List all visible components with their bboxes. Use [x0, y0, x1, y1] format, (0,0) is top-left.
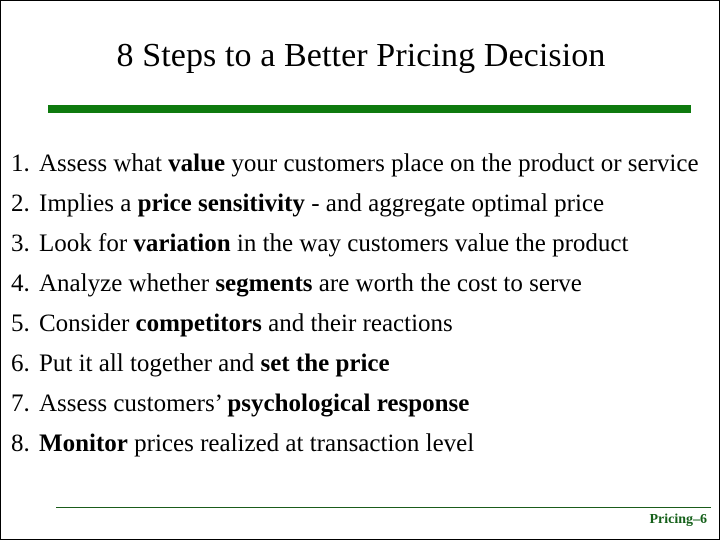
- list-item: 6. Put it all together and set the price: [11, 349, 711, 379]
- list-item-text: Consider competitors and their reactions: [39, 310, 453, 337]
- list-item: 5. Consider competitors and their reactio…: [11, 309, 711, 339]
- list-item-emphasis: competitors: [135, 310, 262, 337]
- list-item-text-before: Analyze whether: [39, 270, 216, 297]
- list-item-emphasis: set the price: [260, 350, 390, 377]
- list-item-text-before: Put it all together and: [39, 350, 261, 377]
- list-item-number: 5.: [11, 310, 30, 337]
- list-item-text-before: Consider: [39, 310, 136, 337]
- list-item-text-after: - and aggregate optimal price: [304, 190, 605, 217]
- page-title: 8 Steps to a Better Pricing Decision: [116, 37, 606, 74]
- list-item-text-after: and their reactions: [261, 310, 453, 337]
- list-item-text: Implies a price sensitivity - and aggreg…: [39, 190, 604, 217]
- presentation-slide: 8 Steps to a Better Pricing Decision 1. A…: [0, 0, 720, 540]
- list-item: 4. Analyze whether segments are worth the…: [11, 269, 711, 299]
- list-item-text: Analyze whether segments are worth the c…: [39, 270, 582, 297]
- list-item-text-before: Look for: [39, 230, 134, 257]
- list-item-text: Assess customers’ psychological response: [39, 390, 469, 417]
- list-item-number: 7.: [11, 390, 30, 417]
- list-item-text-after: are worth the cost to serve: [312, 270, 582, 297]
- list-item-emphasis: price sensitivity: [137, 190, 305, 217]
- list-item-text-after: in the way customers value the product: [230, 230, 629, 257]
- title-accent-bar: [48, 105, 691, 113]
- list-item: 8. Monitor prices realized at transaction…: [11, 429, 711, 459]
- list-item: 7. Assess customers’ psychological respon…: [11, 389, 711, 419]
- list-item-emphasis: Monitor: [39, 430, 128, 457]
- numbered-step-list: 1. Assess what value your customers place…: [11, 149, 711, 469]
- list-item-number: 6.: [11, 350, 30, 377]
- list-item-text: Monitor prices realized at transaction l…: [39, 430, 474, 457]
- list-item-emphasis: variation: [133, 230, 231, 257]
- list-item-text-before: Implies a: [39, 190, 138, 217]
- list-item-number: 8.: [11, 430, 30, 457]
- list-item-number: 1.: [11, 150, 30, 177]
- list-item-text-after: prices realized at transaction level: [127, 430, 475, 457]
- list-item-text-before: Assess what: [39, 150, 169, 177]
- footer-slide-label: Pricing–6: [649, 512, 707, 527]
- list-item: 1. Assess what value your customers place…: [11, 149, 711, 179]
- footer-divider: [56, 507, 711, 508]
- list-item-text-after: your customers place on the product or s…: [225, 150, 699, 177]
- list-item-number: 3.: [11, 230, 30, 257]
- list-item-emphasis: segments: [215, 270, 313, 297]
- list-item-text-before: Assess customers’: [39, 390, 228, 417]
- list-item-text: Look for variation in the way customers …: [39, 230, 628, 257]
- list-item-number: 4.: [11, 270, 30, 297]
- list-item: 2. Implies a price sensitivity - and aggr…: [11, 189, 711, 219]
- list-item-emphasis: value: [168, 150, 226, 177]
- list-item-text: Assess what value your customers place o…: [39, 150, 699, 177]
- list-item-number: 2.: [11, 190, 30, 217]
- list-item-text: Put it all together and set the price: [39, 350, 390, 377]
- list-item: 3. Look for variation in the way customer…: [11, 229, 711, 259]
- list-item-emphasis: psychological response: [227, 390, 470, 417]
